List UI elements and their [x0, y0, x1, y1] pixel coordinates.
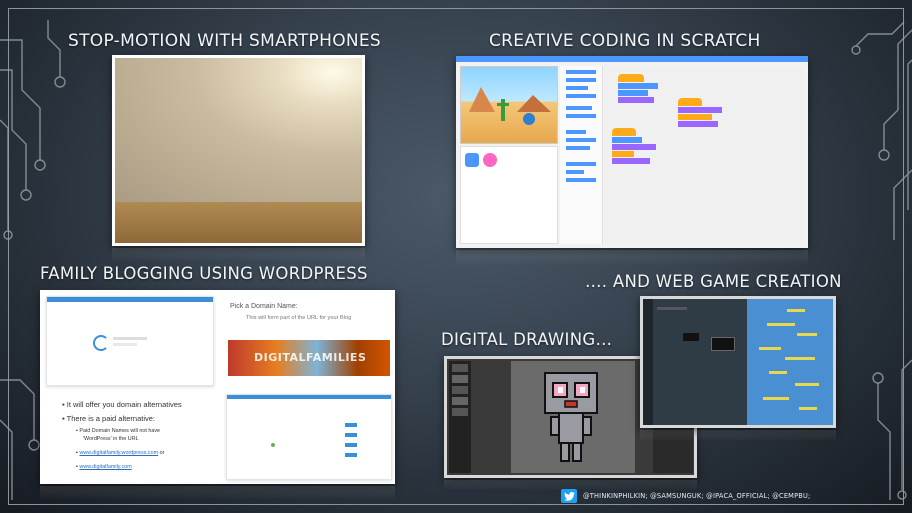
pixel-character — [544, 372, 598, 462]
wp-link-row-2: ▪ www.digitalfamily.com — [76, 464, 132, 470]
script-block — [618, 83, 658, 89]
photo-wall — [115, 58, 362, 203]
script-block — [678, 114, 712, 120]
wp-banner-text: DIGITALFAMILIES — [254, 351, 367, 364]
wp-domain-sub: This will form part of the URL for your … — [246, 315, 352, 321]
wp-panel-top-left — [46, 296, 214, 386]
wp-link-row-1: ▪ www.digitalfamily.wordpress.com or — [76, 450, 165, 456]
script-hat-block — [612, 128, 636, 136]
slide: STOP-MOTION WITH SMARTPHONES CREATIVE CO… — [0, 0, 912, 513]
scratch-reflection — [456, 250, 808, 266]
wordpress-heading: FAMILY BLOGGING USING WORDPRESS — [40, 264, 368, 283]
script-block — [612, 144, 656, 150]
script-block — [612, 151, 634, 157]
script-hat-block — [678, 98, 702, 106]
scratch-palette — [560, 66, 603, 244]
wordpress-screenshot: Pick a Domain Name: This will form part … — [40, 290, 395, 484]
script-block — [618, 97, 654, 103]
drawing-canvas[interactable] — [511, 361, 635, 473]
script-block — [678, 121, 718, 127]
game-editor-area — [653, 299, 745, 425]
scratch-menubar — [456, 56, 808, 62]
stop-motion-reflection — [112, 248, 365, 262]
social-credits: @THINKINPHILKIN; @SAMSUNGUK; @IPACA_OFFI… — [561, 487, 810, 505]
circuit-decoration-right — [851, 21, 912, 500]
script-block — [612, 158, 650, 164]
photo-floor — [115, 202, 362, 243]
drawing-toolbar — [449, 361, 471, 473]
sprite-thumbnail — [465, 153, 479, 167]
wp-sub-bullet-1: ▪ Paid Domain Names will not have — [76, 428, 161, 434]
web-game-reflection — [640, 430, 836, 442]
scratch-heading: CREATIVE CODING IN SCRATCH — [489, 31, 761, 51]
game-preview-art — [759, 309, 819, 410]
wp-spinner-icon — [93, 335, 109, 351]
stop-motion-photo — [112, 55, 365, 246]
wp-link-1[interactable]: www.digitalfamily.wordpress.com — [79, 450, 158, 456]
digital-drawing-heading: DIGITAL DRAWING… — [441, 330, 613, 349]
script-hat-block — [618, 74, 644, 82]
script-block — [678, 107, 722, 113]
script-block — [618, 90, 648, 96]
twitter-bird-icon — [561, 489, 577, 503]
wp-banner: DIGITALFAMILIES — [228, 340, 390, 376]
scratch-script-area — [604, 66, 804, 244]
sprite-thumbnail — [483, 153, 497, 167]
wp-bullet-1: ▪ It will offer you domain alternatives — [62, 400, 182, 409]
game-editor-sidebar — [643, 299, 653, 425]
scratch-screenshot — [456, 56, 808, 248]
web-game-heading: …. AND WEB GAME CREATION — [585, 272, 842, 291]
web-game-screenshot — [640, 296, 836, 428]
wp-link-2[interactable]: www.digitalfamily.com — [79, 464, 131, 470]
scratch-stage — [460, 66, 558, 144]
wp-sub-bullet-1b: 'WordPress' in the URL — [83, 436, 139, 442]
script-block — [612, 137, 642, 143]
stop-motion-heading: STOP-MOTION WITH SMARTPHONES — [68, 31, 382, 51]
wp-bullet-2: ▪ There is a paid alternative: — [62, 414, 155, 423]
wp-panel-bottom-right — [226, 394, 392, 480]
credits-text: @THINKINPHILKIN; @SAMSUNGUK; @IPACA_OFFI… — [583, 492, 811, 500]
scratch-sprite-pane — [460, 146, 558, 244]
scratch-stage-art — [469, 87, 551, 125]
wp-domain-title: Pick a Domain Name: — [230, 303, 298, 310]
game-preview — [747, 299, 833, 425]
wordpress-reflection — [40, 486, 395, 500]
